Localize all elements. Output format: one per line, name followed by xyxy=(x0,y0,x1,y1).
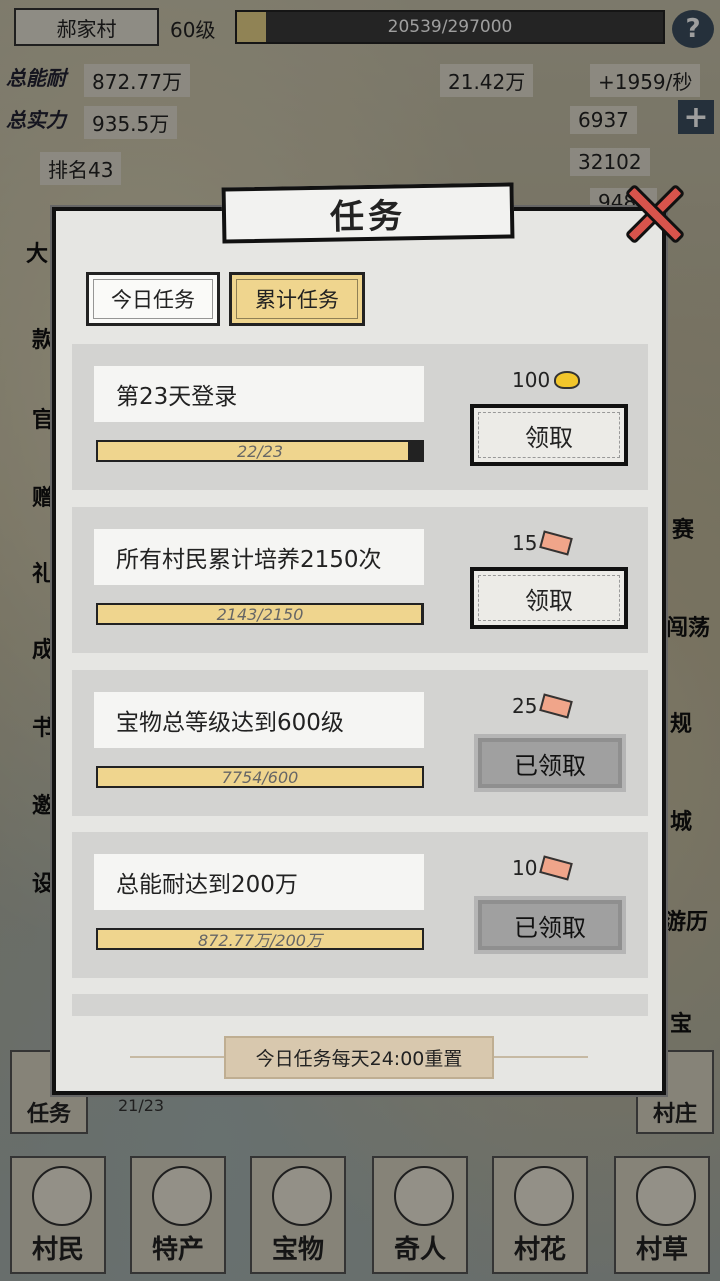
tab-cumulative-tasks[interactable]: 累计任务 xyxy=(229,272,365,326)
task-reward: 25 xyxy=(512,693,574,719)
task-reward: 15 xyxy=(512,530,574,556)
task-title: 第23天登录 xyxy=(94,366,424,422)
task-reward: 100 xyxy=(512,368,581,392)
task-card: 所有村民累计培养2150次 2143/2150 15 领取 xyxy=(72,507,648,653)
task-title: 总能耐达到200万 xyxy=(94,854,424,910)
dialog-title: 任务 xyxy=(221,182,515,244)
task-progress-text: 22/23 xyxy=(236,441,284,461)
reward-amount: 15 xyxy=(512,531,538,555)
reset-notice: 今日任务每天24:00重置 xyxy=(130,1035,588,1079)
task-progress-bar: 22/23 xyxy=(96,440,424,462)
reward-amount: 10 xyxy=(512,856,538,880)
ingot-icon xyxy=(554,371,581,389)
claimed-label: 已领取 xyxy=(514,913,586,942)
claim-button[interactable]: 领取 xyxy=(470,567,628,629)
ticket-icon xyxy=(539,693,574,719)
task-progress-text: 2143/2150 xyxy=(216,604,304,624)
tab-today-tasks[interactable]: 今日任务 xyxy=(86,272,220,326)
claim-button[interactable]: 领取 xyxy=(470,404,628,466)
reward-amount: 100 xyxy=(512,368,551,392)
claimed-label: 已领取 xyxy=(514,751,586,780)
task-progress-text: 872.77万/200万 xyxy=(198,931,322,950)
claimed-button: 已领取 xyxy=(474,896,626,954)
close-icon[interactable] xyxy=(620,178,690,248)
task-title: 所有村民累计培养2150次 xyxy=(94,529,424,585)
task-progress-text: 7754/600 xyxy=(221,767,299,787)
task-title: 宝物总等级达到600级 xyxy=(94,692,424,748)
task-card-partial xyxy=(72,994,648,1016)
reset-notice-text: 今日任务每天24:00重置 xyxy=(223,1035,495,1079)
reward-amount: 25 xyxy=(512,694,538,718)
task-card: 第23天登录 22/23 100 领取 xyxy=(72,344,648,490)
task-reward: 10 xyxy=(512,855,574,881)
task-progress-bar: 2143/2150 xyxy=(96,603,424,625)
task-progress-bar: 872.77万/200万 xyxy=(96,928,424,950)
task-progress-bar: 7754/600 xyxy=(96,766,424,788)
task-card: 宝物总等级达到600级 7754/600 25 已领取 xyxy=(72,670,648,816)
claimed-button: 已领取 xyxy=(474,734,626,792)
task-card: 总能耐达到200万 872.77万/200万 10 已领取 xyxy=(72,832,648,978)
ticket-icon xyxy=(539,530,574,556)
ticket-icon xyxy=(539,855,574,881)
